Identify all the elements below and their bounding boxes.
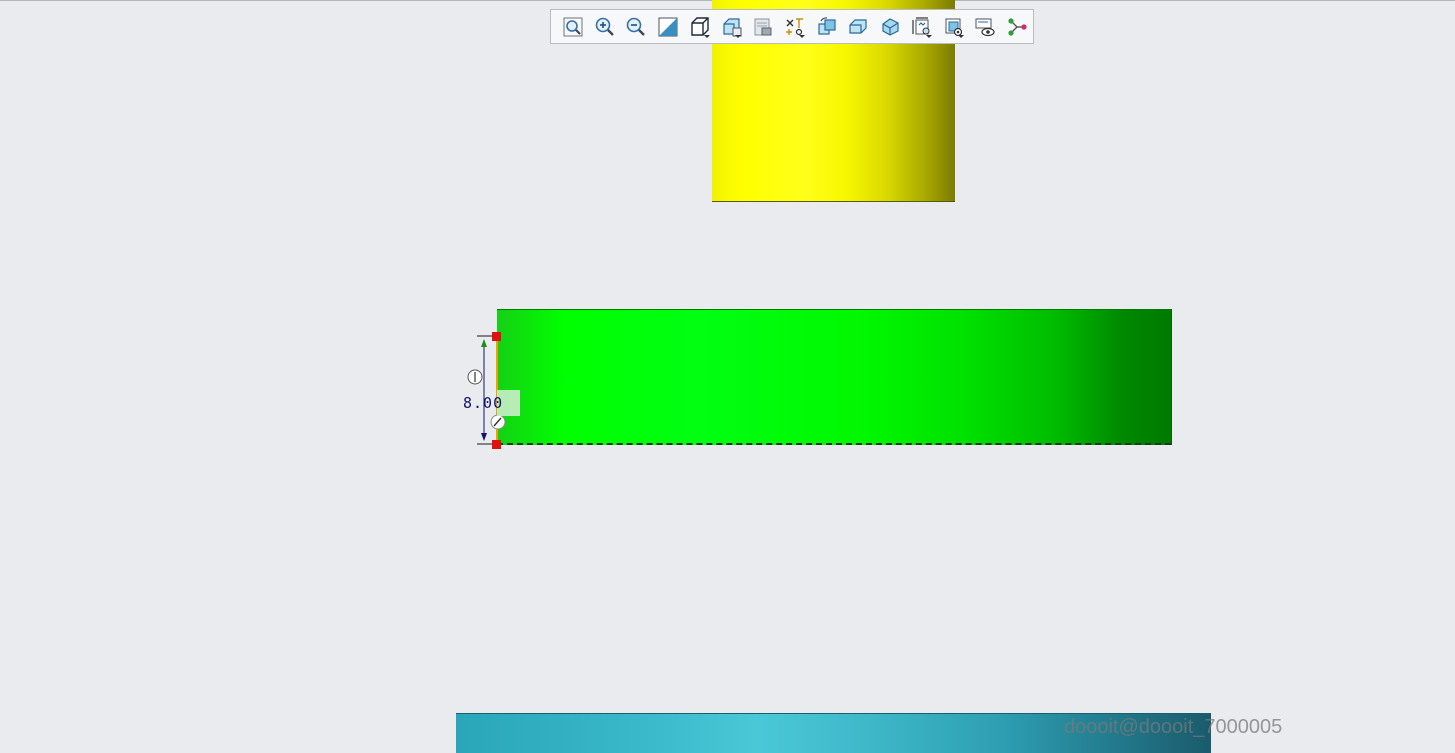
dropdown-arrow-icon — [735, 34, 742, 38]
eye-view-icon — [975, 18, 996, 36]
dropdown-arrow-icon — [925, 34, 932, 38]
sketcher-display-button[interactable] — [906, 13, 938, 41]
box-display-icon — [849, 18, 868, 34]
magnify-fit-icon — [563, 17, 583, 36]
spin-center-icon — [818, 16, 836, 35]
references-button[interactable] — [1001, 13, 1033, 41]
green-block-part[interactable] — [497, 309, 1172, 445]
refit-button[interactable] — [557, 13, 589, 41]
view-manager-button[interactable] — [747, 13, 779, 41]
watermark-text: doooit@doooit_7000005 — [1064, 716, 1283, 738]
dashed-reference-edge — [497, 443, 1171, 445]
zoom-out-icon — [627, 17, 646, 36]
graphics-toolbar — [550, 9, 1034, 44]
saved-orientations-button[interactable] — [716, 13, 748, 41]
sketch-view-icon — [882, 17, 899, 36]
edit-dimension-icon — [490, 414, 506, 430]
zoom-in-button[interactable] — [589, 13, 621, 41]
annotation-display-button[interactable] — [843, 13, 875, 41]
dropdown-arrow-icon — [798, 34, 805, 38]
sketch-view-button[interactable] — [874, 13, 906, 41]
section-view-button[interactable] — [938, 13, 970, 41]
display-style-button[interactable] — [684, 13, 716, 41]
dimension-overlay — [467, 332, 506, 449]
dropdown-arrow-icon — [703, 34, 710, 38]
dimension-value-label[interactable]: 8.00 — [463, 394, 507, 414]
vertical-constraint-icon — [467, 369, 483, 385]
repaint-icon — [658, 17, 678, 36]
spin-center-button[interactable] — [811, 13, 843, 41]
datum-display-button[interactable] — [779, 13, 811, 41]
repaint-button[interactable] — [652, 13, 684, 41]
vertex-marker-bottom — [492, 440, 501, 449]
zoom-out-button[interactable] — [620, 13, 652, 41]
view-manager-icon — [754, 18, 772, 35]
vertex-marker-top — [492, 332, 501, 341]
layer-view-button[interactable] — [970, 13, 1002, 41]
zoom-in-icon — [595, 17, 614, 36]
dropdown-arrow-icon — [957, 34, 964, 38]
references-icon — [1008, 17, 1027, 36]
